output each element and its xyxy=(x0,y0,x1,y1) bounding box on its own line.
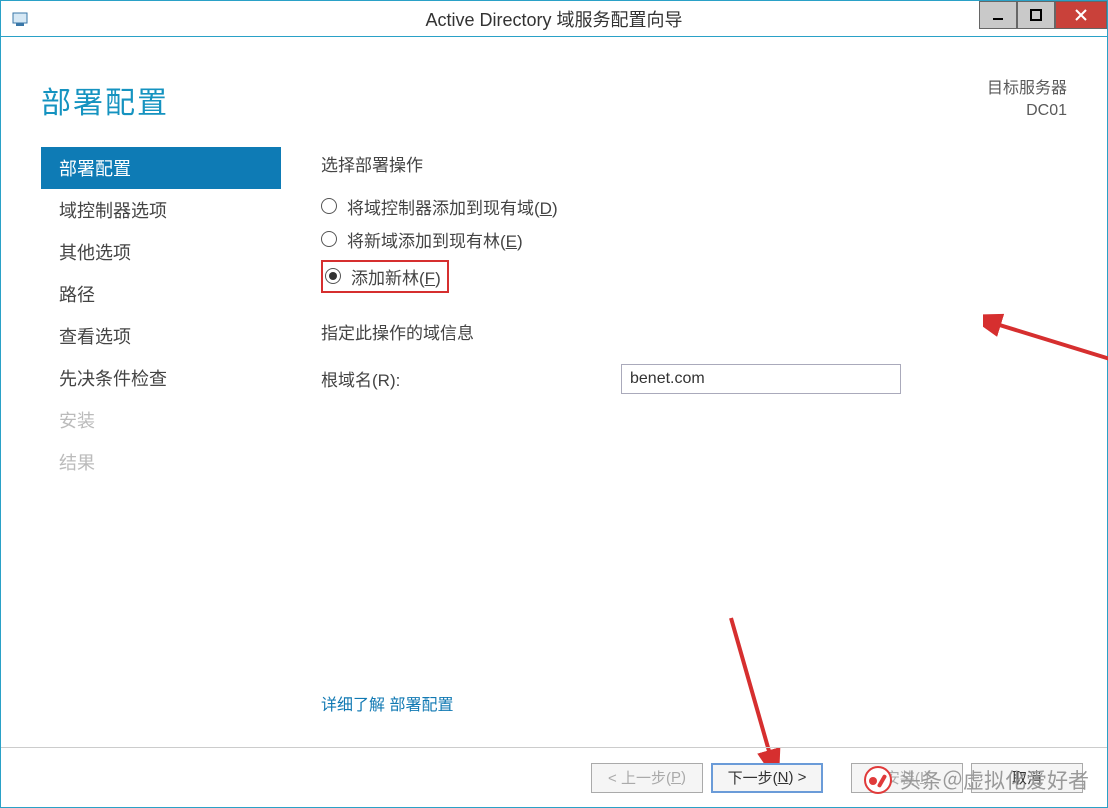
sidebar-item-deployment-config[interactable]: 部署配置 xyxy=(41,147,281,189)
learn-more-link[interactable]: 详细了解 部署配置 xyxy=(321,691,453,715)
install-button: 安装(I) xyxy=(851,763,963,793)
root-domain-input[interactable] xyxy=(621,364,901,394)
minimize-button[interactable] xyxy=(979,1,1017,29)
close-button[interactable] xyxy=(1055,1,1107,29)
highlight-new-forest: 添加新林(F) xyxy=(321,260,449,293)
radio-icon[interactable] xyxy=(325,268,341,284)
sidebar-item-install: 安装 xyxy=(41,399,281,441)
sidebar-item-other-options[interactable]: 其他选项 xyxy=(41,231,281,273)
domain-info-label: 指定此操作的域信息 xyxy=(321,319,1067,344)
app-icon xyxy=(11,9,31,29)
radio-label: 将域控制器添加到现有域(D) xyxy=(347,194,558,219)
cancel-button[interactable]: 取消 xyxy=(971,763,1083,793)
sidebar-item-paths[interactable]: 路径 xyxy=(41,273,281,315)
maximize-button[interactable] xyxy=(1017,1,1055,29)
root-domain-label: 根域名(R): xyxy=(321,366,621,391)
window-body: 部署配置 目标服务器 DC01 部署配置 域控制器选项 其他选项 路径 查看选项… xyxy=(1,38,1107,807)
sidebar-item-prereq[interactable]: 先决条件检查 xyxy=(41,357,281,399)
radio-label: 添加新林(F) xyxy=(351,264,441,289)
radio-add-to-existing-domain[interactable]: 将域控制器添加到现有域(D) xyxy=(321,194,1067,219)
select-operation-label: 选择部署操作 xyxy=(321,151,1067,176)
previous-button: < 上一步(P) xyxy=(591,763,703,793)
wizard-steps-sidebar: 部署配置 域控制器选项 其他选项 路径 查看选项 先决条件检查 安装 结果 xyxy=(41,143,281,483)
sidebar-item-dc-options[interactable]: 域控制器选项 xyxy=(41,189,281,231)
radio-add-new-forest[interactable]: 添加新林(F) xyxy=(325,264,441,289)
radio-add-domain-to-forest[interactable]: 将新域添加到现有林(E) xyxy=(321,227,1067,252)
radio-icon[interactable] xyxy=(321,198,337,214)
sidebar-item-review[interactable]: 查看选项 xyxy=(41,315,281,357)
target-server-label: 目标服务器 xyxy=(987,78,1067,100)
window-title: Active Directory 域服务配置向导 xyxy=(1,6,1107,32)
page-title: 部署配置 xyxy=(41,78,169,123)
target-server-value: DC01 xyxy=(987,100,1067,122)
wizard-window: Active Directory 域服务配置向导 部署配置 目标服务器 DC01… xyxy=(0,0,1108,808)
wizard-footer: < 上一步(P) 下一步(N) > 安装(I) 取消 xyxy=(1,747,1107,807)
radio-icon[interactable] xyxy=(321,231,337,247)
next-button[interactable]: 下一步(N) > xyxy=(711,763,823,793)
target-server-info: 目标服务器 DC01 xyxy=(987,78,1067,123)
sidebar-item-results: 结果 xyxy=(41,441,281,483)
content-pane: 选择部署操作 将域控制器添加到现有域(D) 将新域添加到现有林(E) 添加新林(… xyxy=(281,143,1067,483)
annotation-arrow-icon xyxy=(721,608,801,768)
titlebar[interactable]: Active Directory 域服务配置向导 xyxy=(1,1,1107,37)
radio-label: 将新域添加到现有林(E) xyxy=(347,227,523,252)
